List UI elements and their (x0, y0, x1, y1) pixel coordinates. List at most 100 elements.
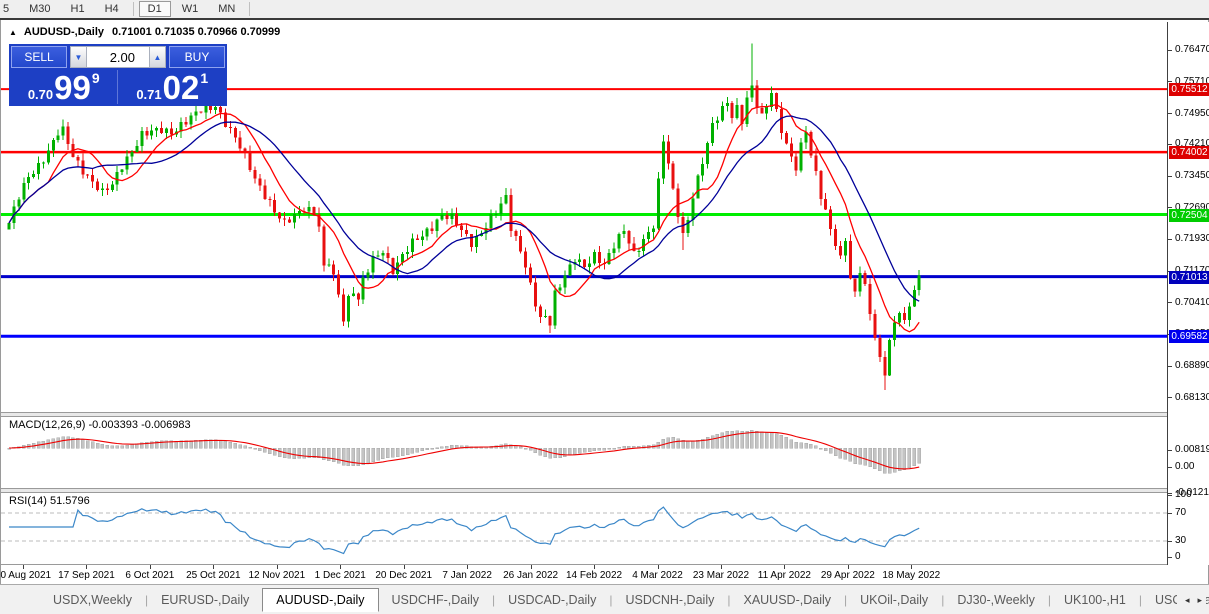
timeframe-button-5[interactable]: 5 (0, 1, 18, 17)
date-label: 4 Mar 2022 (632, 570, 683, 581)
date-label: 12 Nov 2021 (248, 570, 305, 581)
chart-tab-bar: USDX,Weekly|EURUSD-,Daily AUDUSD-,Daily … (0, 584, 1209, 614)
tab-dj30-weekly[interactable]: DJ30-,Weekly (944, 589, 1048, 611)
price-tick-label: 0.70410 (1175, 297, 1209, 308)
price-level-badge: 0.71013 (1169, 271, 1209, 284)
macd-histogram (8, 430, 921, 473)
price-level-badge: 0.74002 (1169, 146, 1209, 159)
tab-xauusd-daily[interactable]: XAUUSD-,Daily (730, 589, 844, 611)
price-tick (1168, 144, 1172, 145)
hlines-layer[interactable] (1, 89, 1167, 336)
buy-price-big: 02 (163, 71, 200, 104)
date-axis[interactable]: 30 Aug 2021 17 Sep 2021 6 Oct 2021 25 Oct 2… (1, 565, 1167, 584)
price-tick (1168, 176, 1172, 177)
collapse-arrow-icon[interactable]: ▲ (9, 28, 17, 37)
rsi-line (9, 507, 919, 553)
tab-usdchf-daily[interactable]: USDCHF-,Daily (379, 589, 493, 611)
tab-ukoil-daily[interactable]: UKOil-,Daily (847, 589, 941, 611)
ma-slow-line (9, 116, 919, 301)
rsi-axis-label: 0 (1175, 551, 1181, 562)
terminal-window: 5M30H1H4 D1W1MN ▲AUDUSD-,Daily0.71001 0.7… (0, 0, 1209, 614)
rsi-panel[interactable] (1, 491, 1167, 564)
price-tick (1168, 239, 1172, 240)
date-label: 17 Sep 2021 (58, 570, 115, 581)
sell-price-small: 0.70 (28, 88, 53, 101)
timeframe-button-w1[interactable]: W1 (173, 1, 208, 17)
rsi-indicator-label: RSI(14) 51.5796 (9, 495, 90, 507)
rsi-axis-tick (1168, 513, 1172, 514)
price-tick-label: 0.68130 (1175, 392, 1209, 403)
rsi-axis-label: 70 (1175, 507, 1186, 518)
date-label: 11 Apr 2022 (758, 570, 811, 581)
scroll-left-icon[interactable]: ◂ (1181, 593, 1194, 608)
volume-decrease-button[interactable]: ▼ (70, 46, 87, 68)
date-label: 23 Mar 2022 (693, 570, 749, 581)
price-tick (1168, 366, 1172, 367)
macd-axis-label: 0.008197 (1175, 444, 1209, 455)
sell-price-box[interactable]: 0.70 99 9 (11, 70, 118, 104)
buy-price-box[interactable]: 0.71 02 1 (120, 70, 226, 104)
date-tick (213, 565, 214, 569)
macd-axis-tick (1168, 467, 1172, 468)
date-tick (340, 565, 341, 569)
tab-usdx-weekly[interactable]: USDX,Weekly (40, 589, 145, 611)
date-tick (531, 565, 532, 569)
macd-axis-tick (1168, 493, 1172, 494)
sell-button[interactable]: SELL (11, 46, 67, 68)
spin-down-icon: ▼ (75, 53, 83, 62)
price-tick (1168, 50, 1172, 51)
one-click-trading-panel: SELL ▼ 2.00 ▲ BUY 0.70 99 9 0.71 02 1 (9, 44, 227, 106)
date-tick (911, 565, 912, 569)
price-tick-label: 0.71930 (1175, 233, 1209, 244)
volume-input[interactable]: 2.00 (87, 46, 149, 68)
tab-usdcnh-daily[interactable]: USDCNH-,Daily (612, 589, 727, 611)
toolbar-separator (133, 2, 134, 16)
chart-title: ▲AUDUSD-,Daily0.71001 0.71035 0.70966 0.… (9, 26, 280, 38)
price-axis[interactable]: 0.764700.757100.749500.742100.734500.726… (1167, 22, 1209, 565)
sell-price-big: 99 (54, 71, 91, 104)
date-label: 1 Dec 2021 (315, 570, 366, 581)
tab-uk100-h1[interactable]: UK100-,H1 (1051, 589, 1139, 611)
date-tick (86, 565, 87, 569)
timeframe-toolbar: 5M30H1H4 D1W1MN (0, 0, 1209, 20)
price-tick-label: 0.73450 (1175, 170, 1209, 181)
tab-scroll-arrows: ◂▸ (1177, 585, 1206, 614)
date-tick (848, 565, 849, 569)
chart-window: ▲AUDUSD-,Daily0.71001 0.71035 0.70966 0.… (0, 20, 1209, 584)
spin-up-icon: ▲ (154, 53, 162, 62)
buy-button[interactable]: BUY (169, 46, 225, 68)
macd-axis-label: 0.00 (1175, 461, 1194, 472)
price-level-badge: 0.72504 (1169, 209, 1209, 222)
tab-eurusd-daily[interactable]: EURUSD-,Daily (148, 589, 262, 611)
date-tick (594, 565, 595, 569)
date-tick (404, 565, 405, 569)
tab-audusd-daily[interactable]: AUDUSD-,Daily (262, 588, 378, 612)
timeframe-button-mn[interactable]: MN (209, 1, 244, 17)
date-label: 20 Dec 2021 (375, 570, 432, 581)
date-label: 26 Jan 2022 (503, 570, 558, 581)
date-tick (721, 565, 722, 569)
date-label: 18 May 2022 (882, 570, 940, 581)
rsi-axis-tick (1168, 495, 1172, 496)
rsi-axis-tick (1168, 541, 1172, 542)
date-tick (150, 565, 151, 569)
timeframe-button-m30[interactable]: M30 (20, 1, 59, 17)
buy-price-sup: 1 (200, 71, 208, 85)
scroll-right-icon[interactable]: ▸ (1193, 593, 1206, 608)
price-level-badge: 0.75512 (1169, 83, 1209, 96)
rsi-axis-label: 30 (1175, 535, 1186, 546)
date-label: 25 Oct 2021 (186, 570, 240, 581)
tab-usdcad-daily[interactable]: USDCAD-,Daily (495, 589, 609, 611)
volume-increase-button[interactable]: ▲ (149, 46, 166, 68)
rsi-axis-label: 100 (1175, 489, 1192, 500)
timeframe-button-d1[interactable]: D1 (139, 1, 171, 17)
date-label: 6 Oct 2021 (125, 570, 174, 581)
buy-price-small: 0.71 (136, 88, 161, 101)
timeframe-button-h1[interactable]: H1 (62, 1, 94, 17)
timeframe-button-h4[interactable]: H4 (96, 1, 128, 17)
macd-indicator-label: MACD(12,26,9) -0.003393 -0.006983 (9, 419, 191, 431)
price-level-badge: 0.69582 (1169, 330, 1209, 343)
date-label: 7 Jan 2022 (442, 570, 492, 581)
date-label: 14 Feb 2022 (566, 570, 622, 581)
date-label: 30 Aug 2021 (0, 570, 51, 581)
